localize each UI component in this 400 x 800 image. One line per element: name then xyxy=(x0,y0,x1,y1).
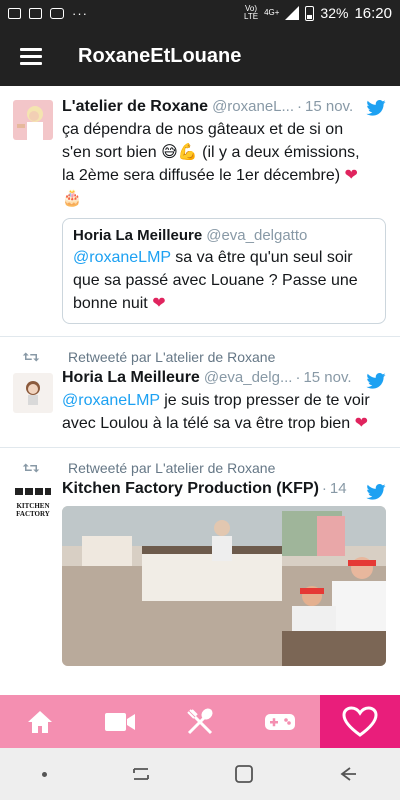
gamepad-icon xyxy=(265,713,295,730)
menu-icon[interactable] xyxy=(20,48,42,65)
twitter-bird-icon[interactable] xyxy=(366,373,386,389)
twitter-bird-icon[interactable] xyxy=(366,484,386,500)
nav-games[interactable] xyxy=(240,695,320,748)
quoted-author-handle: @eva_delgatto xyxy=(206,227,308,244)
dot-indicator xyxy=(41,771,47,777)
tweet-feed[interactable]: L'atelier de Roxane @roxaneL... · 15 nov… xyxy=(0,86,400,695)
tweet-author-name[interactable]: Kitchen Factory Production (KFP) xyxy=(62,480,319,498)
tweet[interactable]: L'atelier de Roxane @roxaneL... · 15 nov… xyxy=(0,86,400,337)
bottom-navigation xyxy=(0,695,400,748)
tweet[interactable]: Retweeté par L'atelier de Roxane Horia L… xyxy=(0,337,400,448)
quoted-tweet-text: @roxaneLMP sa va être qu'un seul soir qu… xyxy=(73,249,358,312)
gallery-notification-icon xyxy=(8,7,21,19)
retweet-icon xyxy=(22,352,40,362)
retweet-context: Retweeté par L'atelier de Roxane xyxy=(22,460,386,476)
youtube-notification-icon xyxy=(50,7,64,19)
tweet-time: 15 nov. xyxy=(305,98,354,115)
battery-icon xyxy=(305,5,315,21)
more-notifications-indicator: ··· xyxy=(72,5,88,21)
tweet-author-name[interactable]: L'atelier de Roxane xyxy=(62,98,208,116)
retweet-icon xyxy=(22,463,40,473)
clock: 16:20 xyxy=(354,4,392,22)
tweet-text: @roxaneLMP je suis trop presser de te vo… xyxy=(62,392,370,432)
tweet-media-image[interactable] xyxy=(62,506,386,666)
nav-favorites[interactable] xyxy=(320,695,400,748)
kitchen-utensils-icon xyxy=(187,707,213,734)
system-navigation-bar xyxy=(0,748,400,800)
status-bar: ··· Vo) LTE 4G+ 32% 16:20 xyxy=(0,0,400,26)
avatar[interactable]: KITCHEN FACTORY xyxy=(13,484,53,524)
quoted-author-name: Horia La Meilleure xyxy=(73,227,203,244)
twitter-bird-icon[interactable] xyxy=(366,100,386,116)
home-icon xyxy=(28,710,52,733)
nav-recipes[interactable] xyxy=(160,695,240,748)
nav-home[interactable] xyxy=(0,695,80,748)
home-button-icon[interactable] xyxy=(234,764,254,784)
signal-strength-icon xyxy=(285,6,300,20)
separator-dot: · xyxy=(295,369,301,386)
separator-dot: · xyxy=(321,480,327,497)
retweet-label: Retweeté par L'atelier de Roxane xyxy=(68,349,276,365)
signal-type: 4G+ xyxy=(264,8,280,17)
app-bar: RoxaneEtLouane xyxy=(0,26,400,86)
nav-videos[interactable] xyxy=(80,695,160,748)
tweet[interactable]: Retweeté par L'atelier de Roxane KITCHEN… xyxy=(0,448,400,678)
video-camera-icon xyxy=(105,712,135,731)
quoted-tweet[interactable]: Horia La Meilleure @eva_delgatto @roxane… xyxy=(62,218,386,324)
retweet-label: Retweeté par L'atelier de Roxane xyxy=(68,460,276,476)
heart-icon xyxy=(342,705,378,737)
retweet-context: Retweeté par L'atelier de Roxane xyxy=(22,349,386,365)
svg-text:FACTORY: FACTORY xyxy=(16,510,50,518)
recent-apps-icon[interactable] xyxy=(131,765,151,783)
tweet-time: 15 nov. xyxy=(303,369,352,386)
app-title: RoxaneEtLouane xyxy=(78,44,242,67)
tweet-author-handle[interactable]: @roxaneL... xyxy=(212,98,294,115)
network-indicator: Vo) LTE xyxy=(244,4,259,21)
avatar[interactable] xyxy=(13,373,53,413)
mention-link[interactable]: @roxaneLMP xyxy=(62,392,160,409)
tweet-time: 14 xyxy=(329,480,347,497)
back-button-icon[interactable] xyxy=(338,765,358,783)
tweet-author-name[interactable]: Horia La Meilleure xyxy=(62,369,200,387)
separator-dot: · xyxy=(297,98,303,115)
tweet-author-handle[interactable]: @eva_delg... xyxy=(204,369,293,386)
mention-link[interactable]: @roxaneLMP xyxy=(73,249,171,266)
battery-percent: 32% xyxy=(320,5,349,21)
avatar[interactable] xyxy=(13,100,53,140)
logo-text: KITCHEN xyxy=(16,502,49,510)
tweet-text: ça dépendra de nos gâteaux et de si on s… xyxy=(62,121,360,207)
box-notification-icon xyxy=(29,7,42,19)
